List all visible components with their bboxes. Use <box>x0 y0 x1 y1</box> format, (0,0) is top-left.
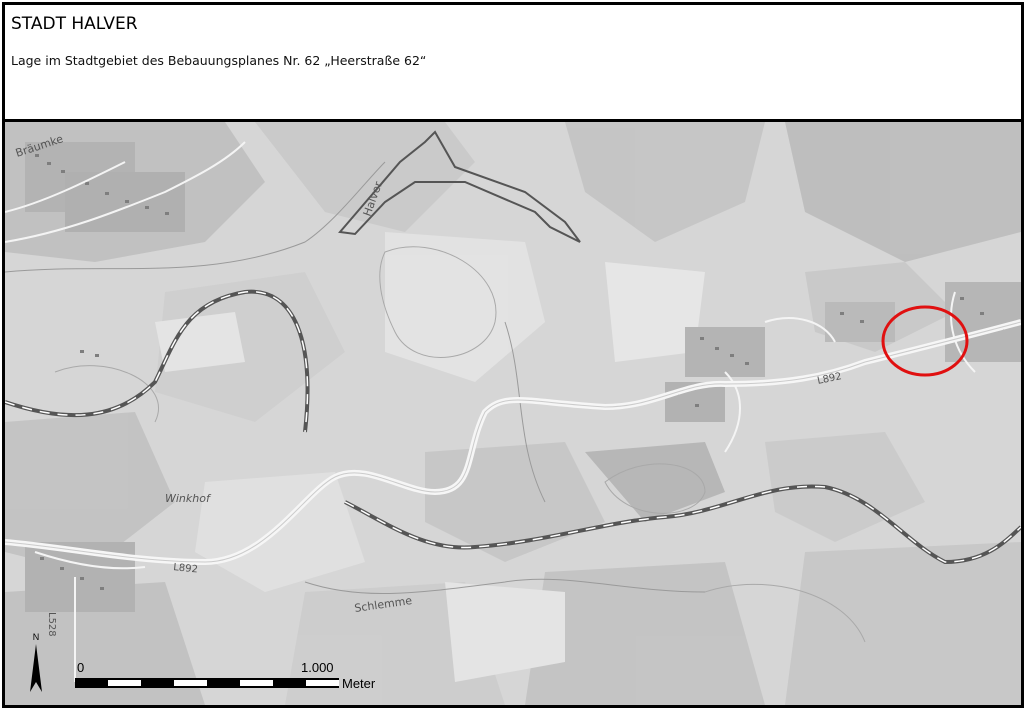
map-canvas[interactable]: Bräumke Halver Winkhof Schlemme L892 L89… <box>5 122 1021 705</box>
header-panel: STADT HALVER Lage im Stadtgebiet des Beb… <box>2 2 1024 122</box>
label-l528: L528 <box>46 612 57 637</box>
page-title: STADT HALVER <box>11 14 138 34</box>
map-sheet: STADT HALVER Lage im Stadtgebiet des Beb… <box>0 0 1024 708</box>
north-arrow-label: N <box>33 632 40 642</box>
page-subtitle: Lage im Stadtgebiet des Bebauungsplanes … <box>11 53 427 68</box>
scale-unit-label: Meter <box>342 676 376 691</box>
map-frame[interactable]: Bräumke Halver Winkhof Schlemme L892 L89… <box>2 119 1024 708</box>
scale-mid-label: 1.000 <box>301 660 334 675</box>
label-winkhof: Winkhof <box>165 492 212 505</box>
scale-start-label: 0 <box>77 660 84 675</box>
